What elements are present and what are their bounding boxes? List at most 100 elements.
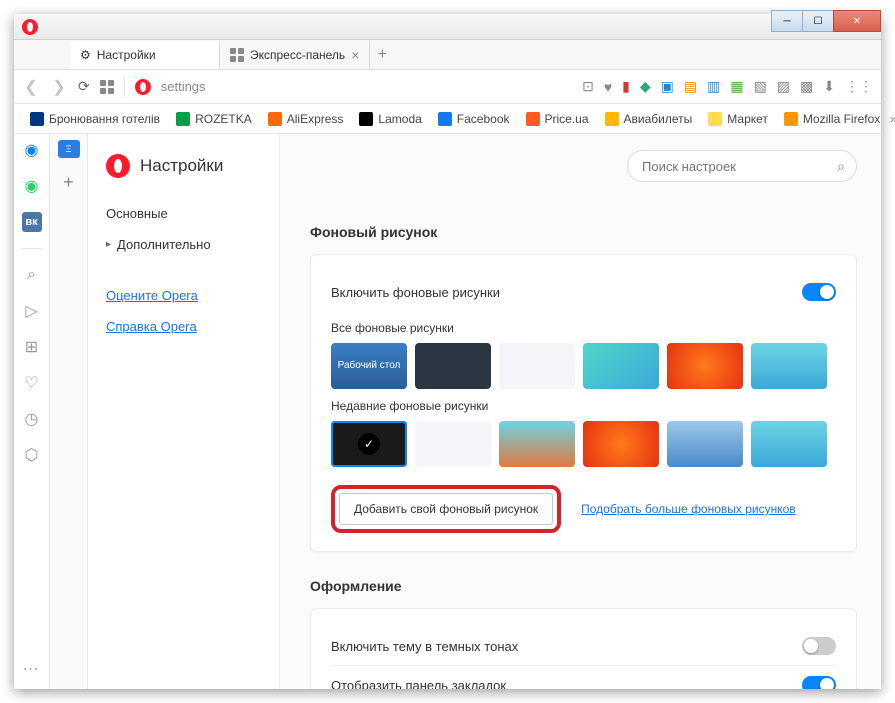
bookmark-favicon [176,112,190,126]
bookmark-label: Lamoda [378,112,421,126]
heart-icon[interactable]: ♡ [22,373,42,393]
bookmark-item[interactable]: Facebook [432,109,516,129]
search-input[interactable] [627,150,857,182]
tab-close-icon[interactable]: × [351,47,359,63]
ext-icon[interactable]: ▩ [800,78,813,95]
ext-icon[interactable]: ▮ [622,78,630,95]
history-icon[interactable]: ◷ [22,409,42,429]
bookmark-item[interactable]: Price.ua [520,109,595,129]
wallpaper-thumb[interactable] [667,421,743,467]
download-icon[interactable]: ⬇ [823,78,835,95]
workspace-badge[interactable]: Ξ [58,140,80,158]
bookmark-label: Facebook [457,112,510,126]
bookmark-favicon [708,112,722,126]
tab-label: Экспресс-панель [250,48,345,62]
all-wallpapers-row: Рабочий стол [331,343,836,389]
opera-logo-icon [22,19,38,35]
ext-icon[interactable]: ▧ [754,78,767,95]
wallpaper-thumb[interactable] [667,343,743,389]
wallpaper-thumb[interactable] [583,421,659,467]
menu-icon[interactable]: ⋮⋮ [845,78,873,95]
speed-dial-button[interactable] [100,80,114,94]
bookmark-item[interactable]: Lamoda [353,109,427,129]
appearance-card: Включить тему в темных тонах Отобразить … [310,608,857,689]
messenger-icon[interactable]: ◉ [22,140,42,160]
bookmark-item[interactable]: Бронювання готелів [24,109,166,129]
bookmarks-overflow-button[interactable]: » [890,112,895,126]
bookmark-favicon [268,112,282,126]
whatsapp-icon[interactable]: ◉ [22,176,42,196]
minimize-button[interactable]: ─ [771,10,803,32]
wallpaper-thumb[interactable] [583,343,659,389]
tab-bar: ⚙ Настройки Экспресс-панель × + [14,40,881,70]
enable-wallpaper-label: Включить фоновые рисунки [331,285,500,300]
wallpaper-thumb[interactable] [499,421,575,467]
check-icon [331,421,407,467]
bookmark-label: Авиабилеты [624,112,693,126]
ext-icon[interactable]: ◆ [640,78,651,95]
more-icon[interactable]: ⋯ [23,659,41,679]
ext-icon[interactable]: ▥ [707,78,720,95]
more-wallpapers-link[interactable]: Подобрать больше фоновых рисунков [581,502,796,516]
send-icon[interactable]: ▷ [22,301,42,321]
enable-wallpaper-toggle[interactable] [802,283,836,301]
bookmark-item[interactable]: Mozilla Firefox [778,109,886,129]
forward-button[interactable]: ❯ [50,77,68,97]
recent-wallpapers-label: Недавние фоновые рисунки [331,399,836,413]
all-wallpapers-label: Все фоновые рисунки [331,321,836,335]
bookmark-label: Mozilla Firefox [803,112,880,126]
wallpaper-thumb[interactable] [331,421,407,467]
wallpaper-thumb[interactable] [415,421,491,467]
ext-icon[interactable]: ▨ [777,78,790,95]
tab-speed-dial[interactable]: Экспресс-панель × [220,41,370,69]
ext-icon[interactable]: ▤ [684,78,697,95]
nav-rate-opera[interactable]: Оцените Opera [88,280,279,311]
wallpaper-thumb[interactable] [415,343,491,389]
reload-button[interactable]: ⟳ [78,78,90,95]
ext-icon[interactable]: ▦ [730,78,743,95]
messenger-rail: ◉ ◉ вк ⌕ ▷ ⊞ ♡ ◷ ⬡ ⋯ [14,134,50,689]
show-bookmarks-toggle[interactable] [802,676,836,689]
opera-logo-icon [106,154,130,178]
add-workspace-button[interactable]: + [63,172,74,193]
vk-icon[interactable]: вк [22,212,42,232]
highlight-annotation: Добавить свой фоновый рисунок [331,485,561,533]
wallpaper-thumb[interactable] [751,421,827,467]
heart-icon[interactable]: ♥ [604,79,612,95]
window-titlebar: ─ ☐ ✕ [14,14,881,40]
separator [22,248,42,249]
ext-icon[interactable]: ▣ [661,78,674,95]
cube-icon[interactable]: ⬡ [22,445,42,465]
bookmark-label: Price.ua [545,112,589,126]
nav-help-opera[interactable]: Справка Opera [88,311,279,342]
maximize-button[interactable]: ☐ [802,10,834,32]
settings-sidebar: Настройки Основные Дополнительно Оцените… [88,134,280,689]
dark-theme-label: Включить тему в темных тонах [331,639,518,654]
recent-wallpapers-row [331,421,836,467]
wallpaper-thumb[interactable] [751,343,827,389]
new-tab-button[interactable]: + [370,46,394,64]
apps-icon[interactable]: ⊞ [22,337,42,357]
bookmark-item[interactable]: Авиабилеты [599,109,699,129]
bookmark-favicon [784,112,798,126]
nav-advanced[interactable]: Дополнительно [88,229,279,260]
wallpaper-thumb[interactable]: Рабочий стол [331,343,407,389]
bookmarks-bar: Бронювання готелівROZETKAAliExpress Lamod… [14,104,881,134]
dark-theme-toggle[interactable] [802,637,836,655]
nav-basic[interactable]: Основные [88,198,279,229]
bookmark-item[interactable]: ROZETKA [170,109,258,129]
page-title: Настройки [140,156,223,176]
back-button[interactable]: ❮ [22,77,40,97]
bookmark-item[interactable]: Маркет [702,109,774,129]
search-icon[interactable]: ⌕ [22,265,42,285]
section-heading-appearance: Оформление [310,578,857,594]
tab-settings[interactable]: ⚙ Настройки [70,41,220,69]
close-button[interactable]: ✕ [833,10,881,32]
search-icon: ⌕ [837,158,845,175]
wallpaper-thumb[interactable] [499,343,575,389]
bookmark-item[interactable]: AliExpress [262,109,350,129]
add-wallpaper-button[interactable]: Добавить свой фоновый рисунок [339,493,553,525]
address-field[interactable]: settings [161,79,572,94]
camera-icon[interactable]: ⊡ [582,78,594,95]
bookmark-favicon [526,112,540,126]
